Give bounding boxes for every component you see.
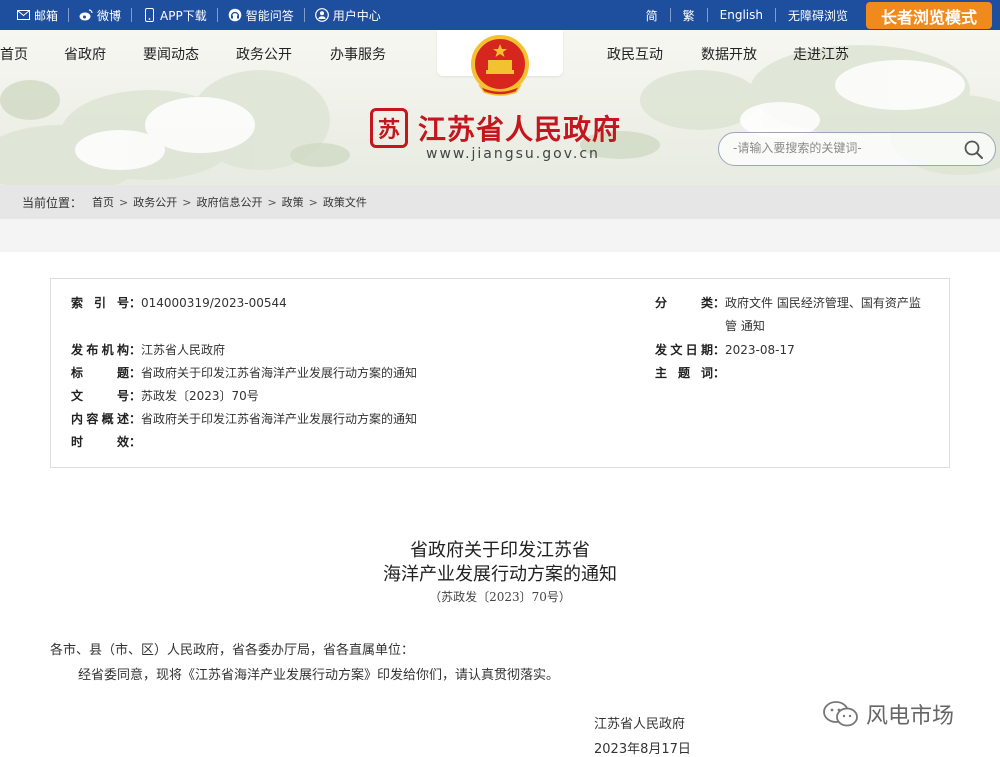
meta-validity-key: 时效： (71, 435, 142, 449)
breadcrumb-separator: > (267, 195, 277, 209)
mail-icon (16, 8, 30, 22)
body-paragraph: 经省委同意，现将《江苏省海洋产业发展行动方案》印发给你们，请认真贯彻落实。 (78, 668, 560, 683)
english-link[interactable]: English (708, 8, 776, 22)
accessibility-link[interactable]: 无障碍浏览 (776, 8, 860, 23)
site-url: www.jiangsu.gov.cn (426, 146, 600, 162)
weibo-link[interactable]: 微博 (69, 8, 133, 23)
traditional-link[interactable]: 繁 (671, 8, 708, 23)
meta-summary-key: 内容概述： (71, 412, 142, 426)
meta-date-row: 发文日期： 2023-08-17 (655, 340, 795, 360)
nav-open-data[interactable]: 数据开放 (701, 44, 757, 64)
smart-qa-link[interactable]: 智能问答 (218, 8, 305, 23)
meta-category-key: 分类： (655, 296, 726, 310)
nav-news[interactable]: 要闻动态 (143, 44, 199, 64)
wechat-icon (823, 701, 858, 727)
meta-issuer-key: 发布机构： (71, 343, 142, 357)
document-meta-table: 索引号： 014000319/2023-00544 分类： 政府文件 国民经济管… (50, 278, 950, 468)
nav-gov-affairs[interactable]: 政务公开 (236, 44, 292, 64)
top-links-right: 简 繁 English 无障碍浏览 (634, 0, 860, 30)
meta-subject-row: 主题词： (655, 363, 725, 383)
weibo-label: 微博 (97, 8, 122, 23)
signature-date: 2023年8月17日 (594, 742, 691, 757)
meta-summary-row: 内容概述： 省政府关于印发江苏省海洋产业发展行动方案的通知 (71, 409, 417, 429)
breadcrumb-gov-affairs[interactable]: 政务公开 (133, 194, 177, 210)
document-title-line1: 省政府关于印发江苏省 (410, 540, 590, 561)
search-box (718, 132, 996, 166)
nav-interaction[interactable]: 政民互动 (607, 44, 663, 64)
breadcrumb-separator: > (182, 195, 192, 209)
meta-docno-key: 文号： (71, 389, 142, 403)
article-content: 索引号： 014000319/2023-00544 分类： 政府文件 国民经济管… (0, 252, 1000, 757)
top-bar: 邮箱 微博 APP下载 智能问答 用户中心 简 繁 English 无障碍浏览 … (0, 0, 1000, 30)
wechat-watermark: 风电市场 (822, 698, 954, 730)
meta-subject-key: 主题词： (655, 366, 726, 380)
breadcrumb-home[interactable]: 首页 (92, 194, 114, 210)
signer: 江苏省人民政府 (594, 717, 686, 732)
top-links-left: 邮箱 微博 APP下载 智能问答 用户中心 (6, 0, 391, 30)
meta-date-key: 发文日期： (655, 343, 726, 357)
nav-services[interactable]: 办事服务 (330, 44, 386, 64)
user-center-label: 用户中心 (332, 8, 381, 23)
nav-about-jiangsu[interactable]: 走进江苏 (793, 44, 849, 64)
breadcrumb-info-disclosure[interactable]: 政府信息公开 (196, 194, 262, 210)
headset-icon (228, 8, 242, 22)
site-logo[interactable]: 苏 江苏省人民政府 www.jiangsu.gov.cn (370, 108, 622, 162)
user-center-link[interactable]: 用户中心 (305, 8, 391, 23)
breadcrumb-separator: > (119, 195, 129, 209)
meta-category-line2: 管 通知 (725, 319, 765, 333)
app-download-link[interactable]: APP下载 (132, 8, 218, 23)
meta-category-value: 政府文件 国民经济管理、国有资产监 管 通知 (725, 293, 921, 336)
breadcrumb-label: 当前位置： (22, 195, 83, 210)
meta-summary-value: 省政府关于印发江苏省海洋产业发展行动方案的通知 (141, 412, 418, 426)
meta-index-key: 索引号： (71, 296, 142, 310)
document-number: （苏政发〔2023〕70号） (429, 590, 571, 604)
meta-category-row: 分类： 政府文件 国民经济管理、国有资产监 管 通知 (655, 293, 921, 336)
app-download-label: APP下载 (160, 8, 207, 23)
weibo-icon (79, 8, 93, 22)
meta-issuer-row: 发布机构： 江苏省人民政府 (71, 340, 225, 360)
national-emblem-icon[interactable] (466, 34, 534, 98)
meta-title-value: 省政府关于印发江苏省海洋产业发展行动方案的通知 (141, 366, 418, 380)
mail-label: 邮箱 (34, 8, 59, 23)
smart-qa-label: 智能问答 (245, 8, 294, 23)
mail-link[interactable]: 邮箱 (6, 8, 70, 23)
meta-date-value: 2023-08-17 (725, 343, 795, 357)
header-banner: 首页 省政府 要闻动态 政务公开 办事服务 政民互动 数据开放 走进江苏 苏 江… (0, 30, 1000, 185)
nav-province-gov[interactable]: 省政府 (64, 44, 106, 64)
breadcrumb-policy-docs[interactable]: 政策文件 (323, 194, 367, 210)
search-icon[interactable] (963, 139, 985, 161)
breadcrumb: 当前位置： 首页 > 政务公开 > 政府信息公开 > 政策 > 政策文件 (0, 185, 1000, 219)
meta-category-line1: 政府文件 国民经济管理、国有资产监 (725, 296, 921, 310)
user-icon (314, 8, 329, 22)
meta-docno-value: 苏政发〔2023〕70号 (141, 389, 259, 403)
breadcrumb-separator: > (308, 195, 318, 209)
meta-title-key: 标题： (71, 366, 142, 380)
meta-validity-row: 时效： (71, 432, 141, 452)
nav-home[interactable]: 首页 (0, 44, 28, 64)
meta-docno-row: 文号： 苏政发〔2023〕70号 (71, 386, 259, 406)
meta-title-row: 标题： 省政府关于印发江苏省海洋产业发展行动方案的通知 (71, 363, 417, 383)
meta-index-row: 索引号： 014000319/2023-00544 (71, 293, 287, 313)
elder-mode-button[interactable]: 长者浏览模式 (866, 2, 992, 29)
meta-index-value: 014000319/2023-00544 (141, 296, 287, 310)
document-title-line2: 海洋产业发展行动方案的通知 (383, 564, 617, 585)
meta-issuer-value: 江苏省人民政府 (141, 343, 226, 357)
site-name: 江苏省人民政府 (418, 113, 622, 146)
watermark-text: 风电市场 (866, 704, 955, 729)
seal-logo-icon: 苏 (370, 108, 408, 148)
phone-icon (142, 8, 156, 22)
search-input[interactable] (733, 141, 953, 155)
recipients-paragraph: 各市、县（市、区）人民政府，省各委办厅局，省各直属单位： (50, 643, 415, 658)
simplified-link[interactable]: 简 (634, 8, 671, 23)
breadcrumb-policy[interactable]: 政策 (282, 194, 304, 210)
